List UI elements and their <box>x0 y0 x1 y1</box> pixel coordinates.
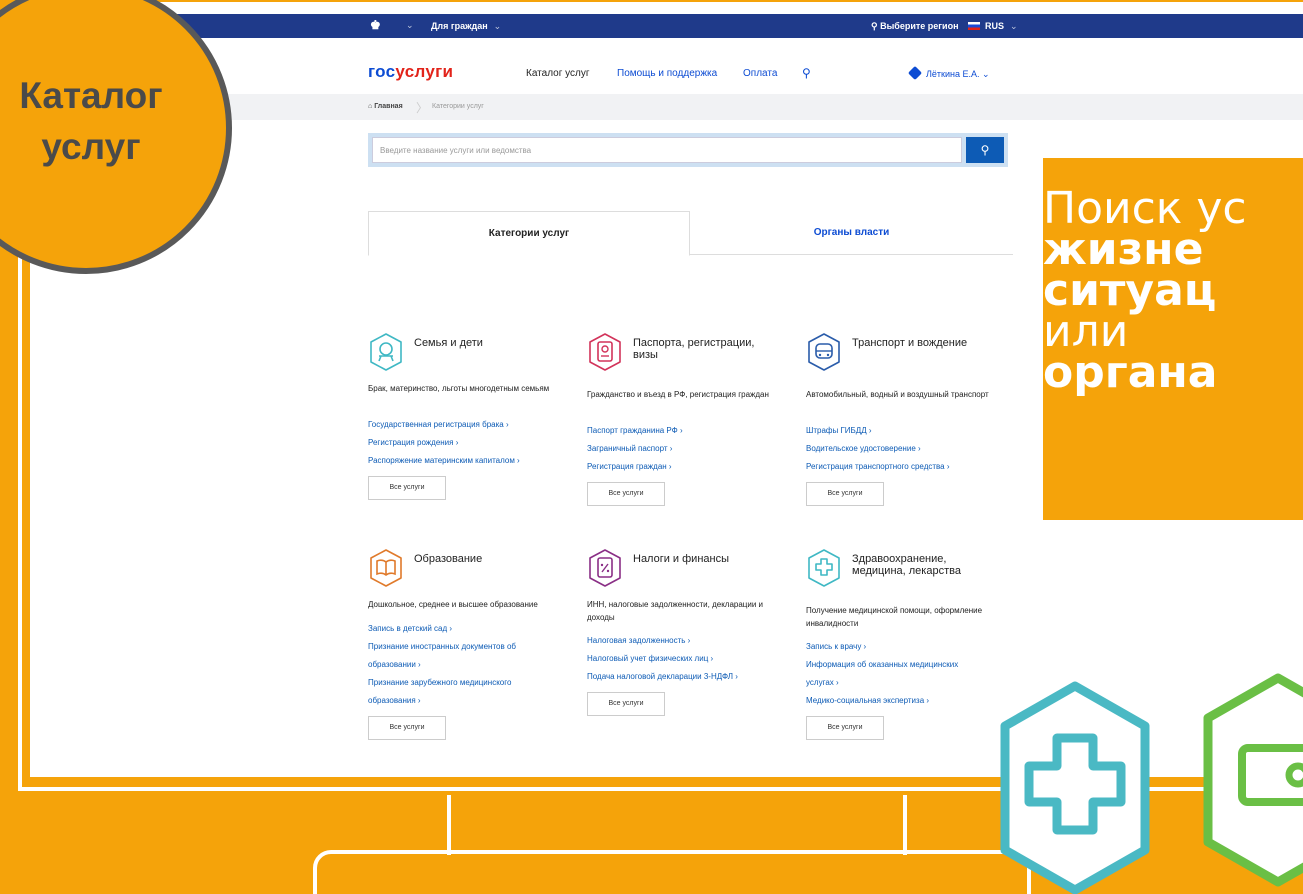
category-link[interactable]: Государственная регистрация брака › <box>368 416 568 434</box>
category-description: ИНН, налоговые задолженности, декларации… <box>587 600 764 622</box>
stroller-icon <box>370 333 402 371</box>
nav-catalog[interactable]: Каталог услуг <box>526 68 590 79</box>
category-description: Дошкольное, среднее и высшее образование <box>368 600 538 609</box>
category-link[interactable]: Регистрация рождения › <box>368 434 568 452</box>
tab-categories[interactable]: Категории услуг <box>368 211 690 256</box>
all-services-button[interactable]: Все услуги <box>368 716 446 740</box>
nav-help[interactable]: Помощь и поддержка <box>617 68 717 79</box>
category-description: Гражданство и въезд в РФ, регистрация гр… <box>587 390 769 399</box>
category-title[interactable]: Налоги и финансы <box>633 553 773 565</box>
category-link[interactable]: Признание иностранных документов об <box>368 638 568 656</box>
category-link[interactable]: Подача налоговой декларации 3-НДФЛ › <box>587 668 787 686</box>
user-menu[interactable]: Лёткина Е.А. ⌄ <box>907 65 990 81</box>
promo-line-1: Поиск ус <box>1043 183 1247 234</box>
category-link[interactable]: Распоряжение материнским капиталом › <box>368 452 568 470</box>
category-link[interactable]: Медико-социальная экспертиза › <box>806 692 1006 710</box>
promo-line-2: жизне <box>1043 224 1204 275</box>
monitor-stand-neck <box>447 795 907 855</box>
car-icon <box>808 333 840 371</box>
category-link[interactable]: Признание зарубежного медицинского <box>368 674 568 692</box>
category-link[interactable]: Паспорт гражданина РФ › <box>587 422 787 440</box>
chevron-down-icon: ⌄ <box>493 21 502 31</box>
wallet-icon <box>1203 673 1303 887</box>
search-button[interactable]: ⚲ <box>966 137 1004 163</box>
breadcrumb-separator: 〉 <box>416 101 429 115</box>
user-cube-icon <box>907 65 923 81</box>
region-selector[interactable]: ⚲ Выберите регион <box>871 21 959 32</box>
gosuslugi-logo[interactable]: госуслуги <box>368 62 453 82</box>
category-title[interactable]: Транспорт и вождение <box>852 337 992 349</box>
region-label: Выберите регион <box>880 21 959 31</box>
all-services-button[interactable]: Все услуги <box>587 482 665 506</box>
category-link[interactable]: Запись в детский сад › <box>368 620 568 638</box>
chevron-down-icon: ⌄ <box>982 69 990 79</box>
category-title[interactable]: Здравоохранение, медицина, лекарства <box>852 553 992 577</box>
category-description: Автомобильный, водный и воздушный трансп… <box>806 390 989 399</box>
all-services-button[interactable]: Все услуги <box>368 476 446 500</box>
promo-line-5: органа <box>1043 347 1218 398</box>
category-link[interactable]: Налоговый учет физических лиц › <box>587 650 787 668</box>
badge-line-2: услуг <box>41 126 141 167</box>
language-label: RUS <box>985 21 1005 31</box>
monitor-stand-base <box>313 850 1031 894</box>
for-citizens-dropdown[interactable]: Для граждан ⌄ <box>431 21 501 32</box>
location-pin-icon: ⚲ <box>871 21 881 31</box>
promo-line-4: или <box>1043 306 1129 357</box>
book-icon <box>370 549 402 587</box>
search-icon: ⚲ <box>980 143 990 157</box>
search-icon[interactable]: ⚲ <box>802 66 811 80</box>
chevron-down-icon: ⌄ <box>1010 21 1018 31</box>
coat-of-arms-icon[interactable]: ♚ <box>370 18 384 32</box>
category-link[interactable]: Информация об оказанных медицинских <box>806 656 1006 674</box>
category-link[interactable]: Регистрация транспортного средства › <box>806 458 1006 476</box>
breadcrumb-home-label: Главная <box>374 103 403 110</box>
catalog-tabs: Категории услуг Органы власти <box>368 211 1013 256</box>
category-link[interactable]: Регистрация граждан › <box>587 458 787 476</box>
for-citizens-label: Для граждан <box>431 21 488 31</box>
category-title[interactable]: Паспорта, регистрации, визы <box>633 337 773 361</box>
user-name: Лёткина Е.А. <box>926 69 980 79</box>
category-link[interactable]: Заграничный паспорт › <box>587 440 787 458</box>
category-description: Получение медицинской помощи, оформление… <box>806 606 983 628</box>
gov-header-bar: ♚ ⌄ Для граждан ⌄ ⚲ Выберите регион RUS ⌄ <box>34 14 1303 38</box>
language-selector[interactable]: RUS ⌄ <box>968 21 1018 32</box>
category-title[interactable]: Образование <box>414 553 554 565</box>
logo-part-gos: гос <box>368 62 396 81</box>
category-link[interactable]: Водительское удостоверение › <box>806 440 1006 458</box>
search-input[interactable]: Введите название услуги или ведомства <box>372 137 962 163</box>
badge-line-1: Каталог <box>19 75 163 116</box>
all-services-button[interactable]: Все услуги <box>806 716 884 740</box>
category-link[interactable]: образовании › <box>368 656 568 674</box>
tab-authorities[interactable]: Органы власти <box>690 211 1013 255</box>
medical-cross-icon <box>808 549 840 587</box>
logo-part-uslugi: услуги <box>395 62 454 81</box>
category-link[interactable]: Запись к врачу › <box>806 638 1006 656</box>
emblem-chevron-icon[interactable]: ⌄ <box>406 20 414 31</box>
category-title[interactable]: Семья и дети <box>414 337 554 349</box>
category-link[interactable]: Налоговая задолженность › <box>587 632 787 650</box>
promo-banner: Поиск ус жизне ситуац или органа <box>1043 158 1303 520</box>
promo-line-3: ситуац <box>1043 265 1217 316</box>
category-link[interactable]: Штрафы ГИБДД › <box>806 422 1006 440</box>
category-link[interactable]: образования › <box>368 692 568 710</box>
all-services-button[interactable]: Все услуги <box>806 482 884 506</box>
category-description: Брак, материнство, льготы многодетным се… <box>368 384 550 393</box>
russia-flag-icon <box>968 22 980 30</box>
breadcrumb-current: Категории услуг <box>432 103 484 110</box>
top-strip <box>34 6 1303 14</box>
category-link[interactable]: услугах › <box>806 674 1006 692</box>
passport-icon <box>589 333 621 371</box>
tax-document-icon <box>589 549 621 587</box>
all-services-button[interactable]: Все услуги <box>587 692 665 716</box>
nav-payment[interactable]: Оплата <box>743 68 777 79</box>
service-search: Введите название услуги или ведомства ⚲ <box>368 133 1008 167</box>
medical-cross-icon <box>1000 681 1150 894</box>
breadcrumb-home[interactable]: ⌂ Главная <box>368 103 403 110</box>
